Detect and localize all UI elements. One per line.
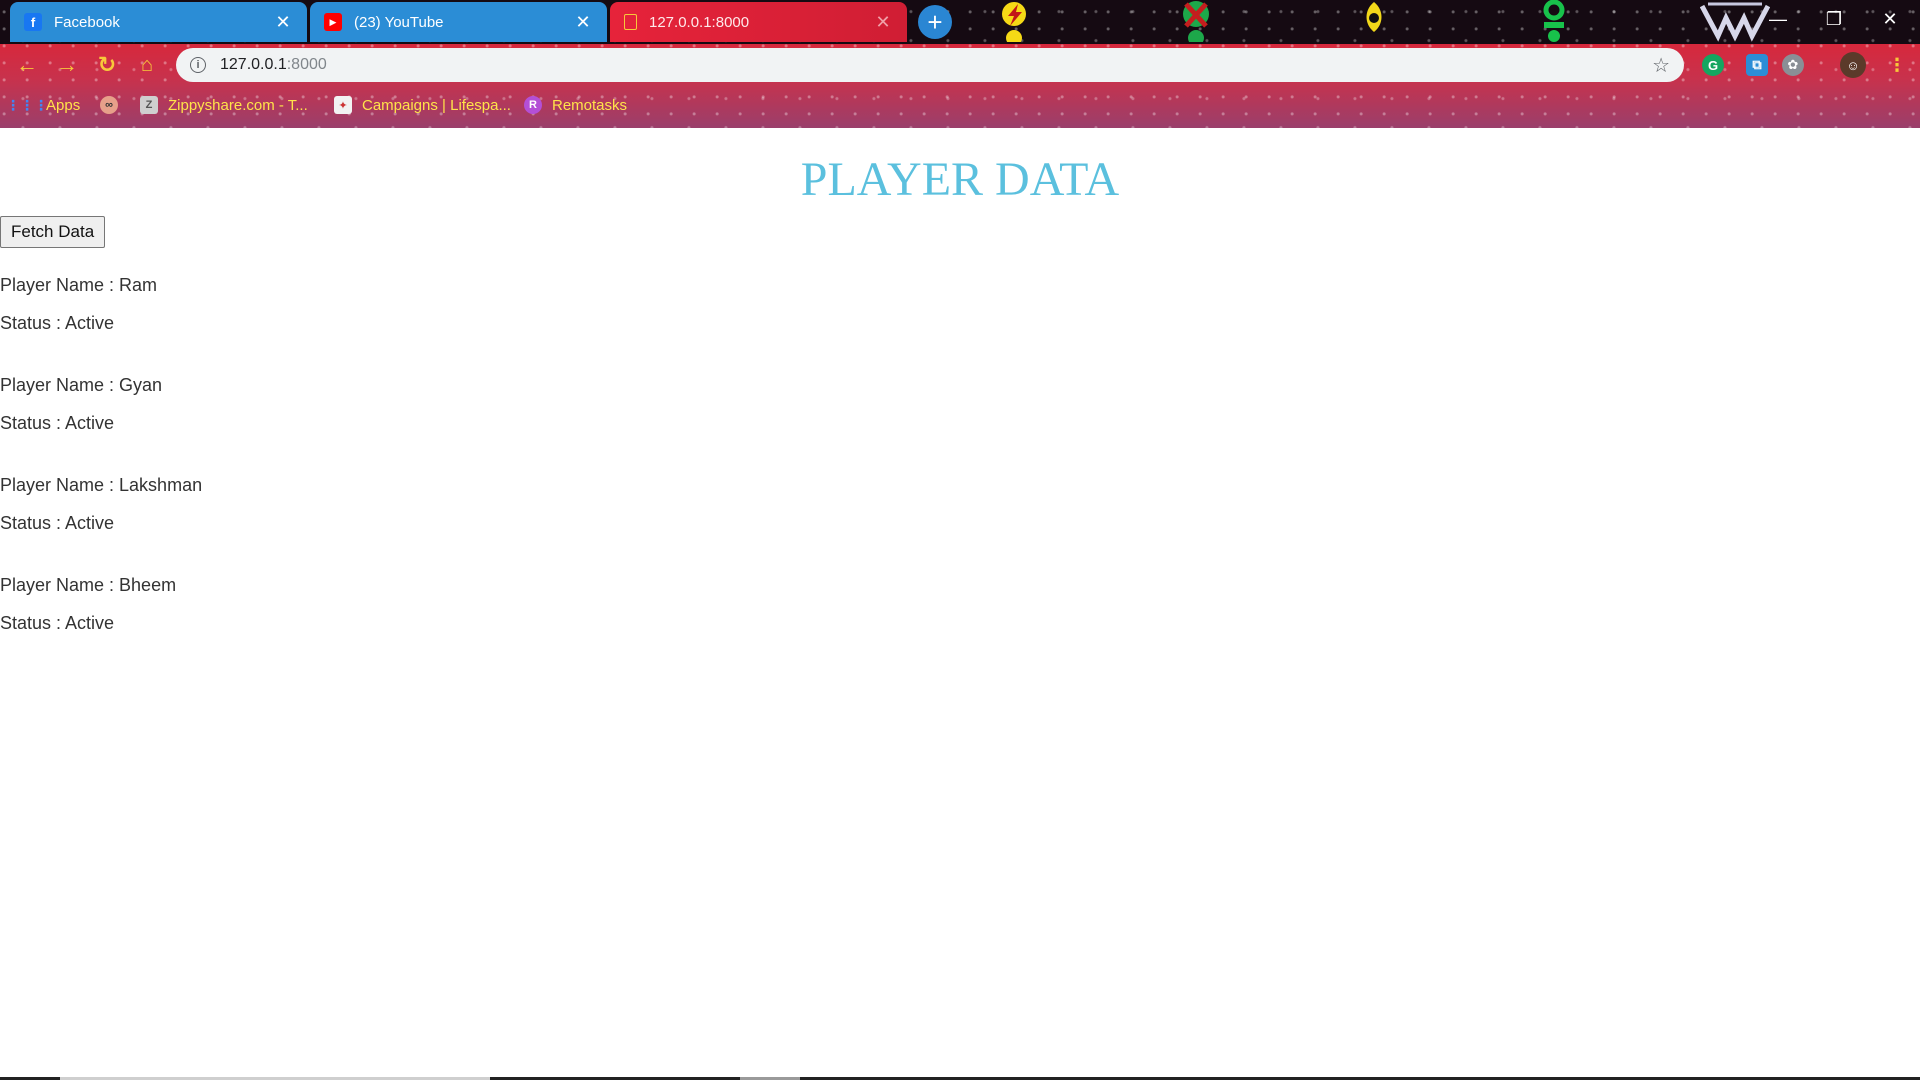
aquaman-logo-icon [1183, 1, 1209, 42]
url-host: 127.0.0.1 [220, 56, 287, 73]
bookmark-zippyshare[interactable]: Z Zippyshare.com - T... [140, 92, 308, 118]
player-name: Player Name : Lakshman [0, 475, 203, 495]
player-status: Status : Active [0, 413, 115, 433]
fetch-data-button[interactable]: Fetch Data [0, 216, 106, 248]
bookmark-star-icon[interactable]: ☆ [1652, 53, 1670, 78]
bookmark-glasses[interactable]: ∞ [100, 92, 128, 118]
page-icon [624, 14, 637, 30]
player-status: Status : Active [0, 513, 115, 533]
film-extension-icon[interactable]: ✿ [1782, 54, 1804, 76]
page-title: PLAYER DATA [800, 153, 1120, 206]
player-list: Player Name : Ram Status : Active Player… [0, 270, 600, 670]
player-name: Player Name : Gyan [0, 375, 163, 395]
browser-chrome: f Facebook ✕ ▶ (23) YouTube ✕ 127.0.0.1:… [0, 0, 1920, 128]
reload-button[interactable]: ↻ [92, 50, 122, 80]
home-button[interactable]: ⌂ [132, 50, 162, 80]
player-entry: Player Name : Lakshman Status : Active [0, 470, 600, 570]
extension-icon[interactable]: ⧉ [1746, 54, 1768, 76]
bookmarks-bar: ⋮⋮⋮ Apps ∞ Z Zippyshare.com - T... ✦ Cam… [0, 88, 1920, 122]
tab-youtube[interactable]: ▶ (23) YouTube ✕ [310, 2, 607, 42]
apps-grid-icon: ⋮⋮⋮ [6, 96, 48, 113]
tab-facebook[interactable]: f Facebook ✕ [10, 2, 307, 42]
bookmark-label: Zippyshare.com - T... [168, 96, 308, 114]
close-window-button[interactable]: ✕ [1862, 0, 1918, 38]
flash-logo-icon [1002, 2, 1026, 42]
youtube-icon: ▶ [324, 13, 342, 31]
player-entry: Player Name : Bheem Status : Active [0, 570, 600, 670]
tab-localhost[interactable]: 127.0.0.1:8000 ✕ [610, 2, 907, 42]
forward-button[interactable]: → [52, 50, 82, 80]
player-status: Status : Active [0, 313, 115, 333]
tab-title: Facebook [54, 13, 120, 31]
bookmark-remotasks[interactable]: R Remotasks [524, 92, 627, 118]
tab-strip: f Facebook ✕ ▶ (23) YouTube ✕ 127.0.0.1:… [0, 0, 1920, 44]
grammarly-icon[interactable]: G [1702, 54, 1724, 76]
avatar[interactable]: ☺ [1840, 52, 1866, 78]
glasses-icon: ∞ [100, 96, 118, 114]
player-name: Player Name : Ram [0, 275, 158, 295]
facebook-icon: f [24, 13, 42, 31]
close-icon[interactable]: ✕ [873, 12, 893, 32]
bookmark-label: Campaigns | Lifespa... [362, 96, 511, 114]
restore-button[interactable]: ❐ [1806, 0, 1862, 38]
menu-icon[interactable]: ⋮ [1882, 50, 1912, 80]
player-entry: Player Name : Ram Status : Active [0, 270, 600, 370]
player-name: Player Name : Bheem [0, 575, 177, 595]
bookmark-label: Remotasks [552, 96, 628, 114]
info-icon[interactable]: i [190, 57, 206, 73]
hawkman-logo-icon [1366, 2, 1382, 32]
player-entry: Player Name : Gyan Status : Active [0, 370, 600, 470]
zippyshare-icon: Z [140, 96, 158, 114]
bookmark-campaigns[interactable]: ✦ Campaigns | Lifespa... [334, 92, 511, 118]
new-tab-button[interactable]: + [918, 5, 952, 39]
minimize-button[interactable]: — [1750, 0, 1806, 38]
back-button[interactable]: ← [12, 50, 42, 80]
remotasks-icon: R [524, 96, 542, 114]
url-port: :8000 [286, 56, 327, 73]
player-status: Status : Active [0, 613, 115, 633]
bookmark-apps[interactable]: ⋮⋮⋮ Apps [6, 92, 81, 118]
bookmark-label: Apps [46, 96, 81, 114]
tab-title: 127.0.0.1:8000 [649, 13, 750, 31]
address-bar[interactable]: i 127.0.0.1:8000 ☆ [176, 48, 1684, 82]
close-icon[interactable]: ✕ [273, 12, 293, 32]
lifespan-icon: ✦ [334, 96, 352, 114]
close-icon[interactable]: ✕ [573, 12, 593, 32]
page-content: PLAYER DATA Fetch Data Player Name : Ram… [0, 128, 1920, 1080]
tab-title: (23) YouTube [354, 13, 444, 31]
lantern-logo-icon [1543, 0, 1565, 42]
toolbar: ← → ↻ ⌂ i 127.0.0.1:8000 ☆ G ⧉ ✿ ☺ ⋮ [0, 44, 1920, 86]
